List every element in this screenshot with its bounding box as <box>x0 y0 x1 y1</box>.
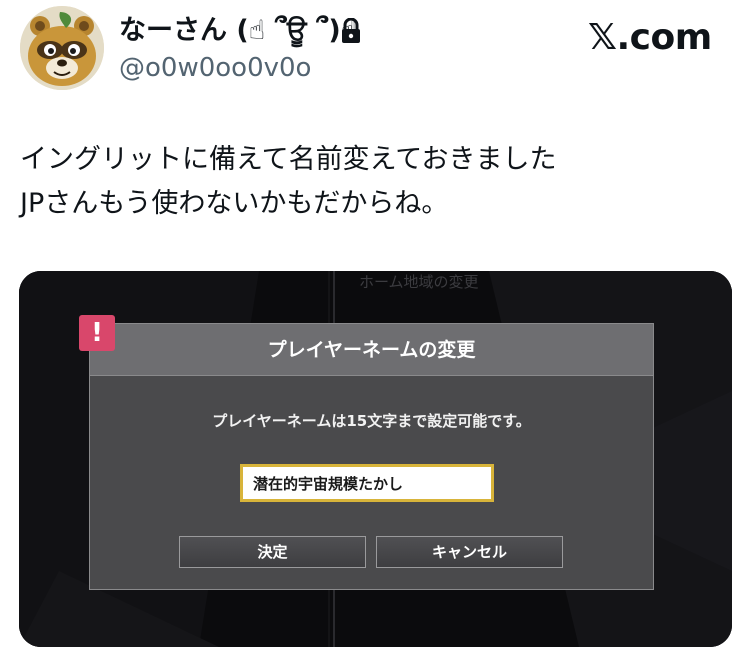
confirm-button[interactable]: 決定 <box>179 536 366 568</box>
exclamation-icon: ! <box>79 315 115 351</box>
display-name[interactable]: なーさん (☝ ՞ਊ ՞)☝ <box>119 14 357 48</box>
lock-icon <box>342 18 360 43</box>
raccoon-dog-avatar-icon <box>20 6 104 90</box>
x-logo[interactable]: 𝕏.com <box>588 16 712 60</box>
user-handle[interactable]: @o0w0oo0v0o <box>119 52 311 84</box>
alert-glyph: ! <box>91 318 103 348</box>
avatar[interactable] <box>20 6 104 90</box>
tweet-text: イングリットに備えて名前変えておきました JPさんもう使わないかもだからね。 <box>20 138 730 226</box>
player-name-dialog: プレイヤーネームの変更 プレイヤーネームは15文字まで設定可能です。 決定 キャ… <box>89 323 654 590</box>
tweet-line: イングリットに備えて名前変えておきました <box>20 144 557 175</box>
background-panel-title: ホーム地域の変更 <box>359 273 479 291</box>
cancel-button[interactable]: キャンセル <box>376 536 563 568</box>
tweet-media-image[interactable]: ホーム地域の変更 プレイヤーネームの変更 プレイヤーネームは15文字まで設定可能… <box>19 271 732 647</box>
player-name-input[interactable] <box>240 464 494 502</box>
dialog-message: プレイヤーネームは15文字まで設定可能です。 <box>212 412 531 430</box>
tweet-line: JPさんもう使わないかもだからね。 <box>20 188 449 219</box>
dialog-title: プレイヤーネームの変更 <box>267 339 476 361</box>
